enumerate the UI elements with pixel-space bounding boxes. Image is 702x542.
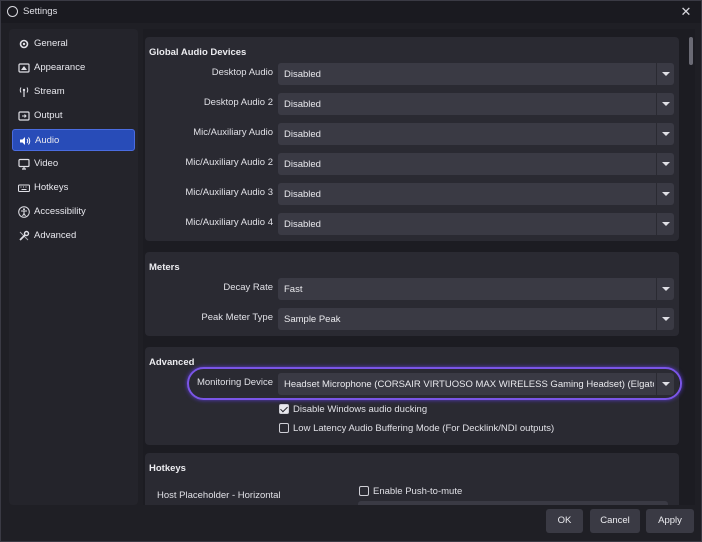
select-value: Sample Peak	[284, 314, 341, 325]
select-value: Disabled	[284, 99, 321, 110]
decay-rate-label: Decay Rate	[223, 282, 273, 293]
mic-aux-audio-4-label: Mic/Auxiliary Audio 4	[185, 217, 273, 228]
hotkey-source-label: Host Placeholder - Horizontal	[157, 490, 281, 501]
low-latency-label: Low Latency Audio Buffering Mode (For De…	[293, 423, 555, 434]
gear-icon	[19, 39, 29, 49]
window-title: Settings	[23, 6, 58, 17]
antenna-icon	[19, 87, 29, 97]
select-value: Disabled	[284, 189, 321, 200]
select-value: Disabled	[284, 159, 321, 170]
sidebar-item-label: Appearance	[34, 62, 86, 73]
cancel-button[interactable]: Cancel	[590, 509, 640, 533]
chevron-down-icon	[656, 93, 674, 115]
sidebar-item-audio[interactable]: Audio	[12, 129, 135, 151]
sidebar-item-video[interactable]: Video	[12, 153, 135, 175]
sidebar-item-appearance[interactable]: Appearance	[12, 57, 135, 79]
select-value: Disabled	[284, 219, 321, 230]
chevron-down-icon	[656, 278, 674, 300]
select-value: Disabled	[284, 129, 321, 140]
settings-window: Settings ✕ General Appearance Stream Out…	[0, 0, 702, 542]
peak-meter-type-label: Peak Meter Type	[201, 312, 273, 323]
monitor-icon	[18, 158, 30, 170]
sidebar-item-accessibility[interactable]: Accessibility	[12, 201, 135, 223]
keyboard-icon	[18, 184, 30, 193]
push-to-mute-label: Enable Push-to-mute	[373, 486, 463, 497]
sidebar-item-advanced[interactable]: Advanced	[12, 225, 135, 247]
group-title: Hotkeys	[149, 463, 186, 474]
mic-aux-audio-4-select[interactable]: Disabled	[278, 213, 674, 235]
global-audio-group: Global Audio Devices Desktop Audio Disab…	[145, 37, 679, 241]
chevron-down-icon	[656, 213, 674, 235]
decay-rate-select[interactable]: Fast	[278, 278, 674, 300]
group-title: Advanced	[149, 357, 195, 368]
hotkeys-group: Hotkeys Host Placeholder - Horizontal En…	[145, 453, 679, 505]
sidebar-item-hotkeys[interactable]: Hotkeys	[12, 177, 135, 199]
sidebar-item-stream[interactable]: Stream	[12, 81, 135, 103]
sidebar-item-output[interactable]: Output	[12, 105, 135, 127]
settings-sidebar: General Appearance Stream Output Audio V…	[9, 29, 138, 505]
group-title: Meters	[149, 262, 180, 273]
meters-group: Meters Decay Rate Fast Peak Meter Type S…	[145, 252, 679, 336]
select-value: Fast	[284, 284, 303, 295]
mic-aux-audio-3-select[interactable]: Disabled	[278, 183, 674, 205]
desktop-audio-2-label: Desktop Audio 2	[203, 97, 273, 108]
low-latency-checkbox[interactable]	[279, 423, 289, 433]
mic-aux-audio-2-select[interactable]: Disabled	[278, 153, 674, 175]
obs-logo-icon	[7, 6, 18, 17]
desktop-audio-select[interactable]: Disabled	[278, 63, 674, 85]
desktop-audio-2-select[interactable]: Disabled	[278, 93, 674, 115]
close-icon[interactable]: ✕	[677, 3, 695, 21]
speaker-icon	[20, 137, 31, 145]
group-title: Global Audio Devices	[149, 47, 247, 58]
chevron-down-icon	[656, 308, 674, 330]
title-bar: Settings ✕	[1, 1, 701, 23]
sidebar-item-label: Stream	[34, 86, 65, 97]
wrench-icon	[19, 230, 30, 241]
chevron-down-icon	[656, 123, 674, 145]
chevron-down-icon	[656, 183, 674, 205]
mic-aux-audio-select[interactable]: Disabled	[278, 123, 674, 145]
ok-button[interactable]: OK	[546, 509, 583, 533]
chevron-down-icon	[656, 153, 674, 175]
peak-meter-type-select[interactable]: Sample Peak	[278, 308, 674, 330]
sidebar-item-label: Output	[34, 110, 63, 121]
apply-button[interactable]: Apply	[646, 509, 694, 533]
sidebar-item-label: Advanced	[34, 230, 77, 241]
mic-aux-audio-2-label: Mic/Auxiliary Audio 2	[185, 157, 273, 168]
sidebar-item-label: Audio	[35, 135, 60, 146]
scrollbar-thumb[interactable]	[689, 37, 693, 65]
push-to-mute-hotkey-field[interactable]	[358, 501, 668, 505]
disable-ducking-checkbox[interactable]	[279, 404, 289, 414]
appearance-icon	[18, 63, 30, 73]
sidebar-item-label: Video	[34, 158, 59, 169]
mic-aux-audio-label: Mic/Auxiliary Audio	[193, 127, 273, 138]
accessibility-icon	[18, 206, 30, 218]
content-scrollbar[interactable]	[687, 29, 695, 505]
sidebar-item-label: Accessibility	[34, 206, 86, 217]
sidebar-item-label: General	[34, 38, 68, 49]
mic-aux-audio-3-label: Mic/Auxiliary Audio 3	[185, 187, 273, 198]
output-icon	[18, 111, 30, 121]
monitoring-device-highlight	[187, 367, 682, 400]
settings-content: Global Audio Devices Desktop Audio Disab…	[143, 29, 687, 505]
chevron-down-icon	[656, 63, 674, 85]
sidebar-item-general[interactable]: General	[12, 33, 135, 55]
push-to-mute-checkbox[interactable]	[359, 486, 369, 496]
sidebar-item-label: Hotkeys	[34, 182, 69, 193]
desktop-audio-label: Desktop Audio	[211, 67, 273, 78]
disable-ducking-label: Disable Windows audio ducking	[293, 404, 428, 415]
select-value: Disabled	[284, 69, 321, 80]
